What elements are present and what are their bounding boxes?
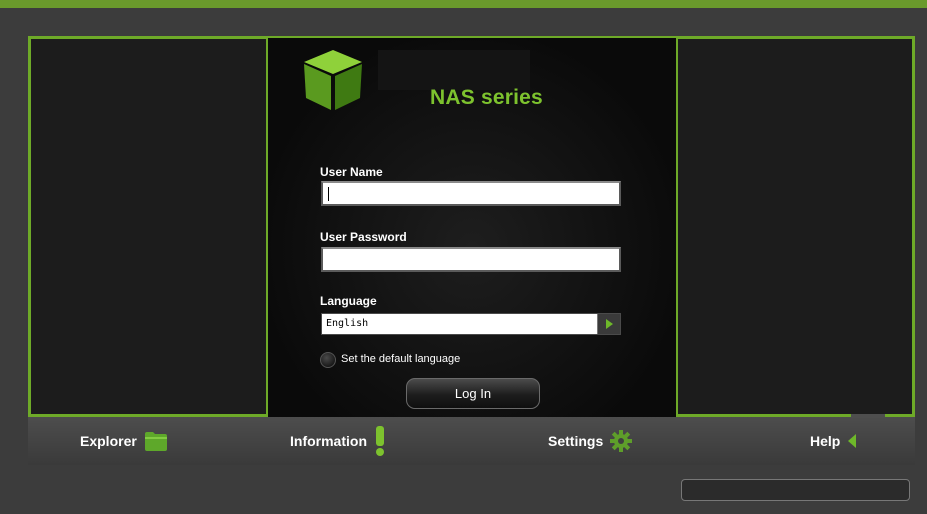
left-panel: [31, 39, 267, 414]
gear-icon: [610, 430, 633, 452]
login-button[interactable]: Log In: [406, 378, 540, 409]
arrow-left-icon: [848, 434, 857, 448]
right-panel: [676, 39, 912, 414]
nav-item-settings[interactable]: Settings: [548, 430, 633, 452]
logo-backdrop: [378, 50, 530, 90]
username-input[interactable]: [321, 181, 621, 206]
green-cube-icon: [304, 50, 362, 110]
login-panel: NAS series User Name User Password Langu…: [266, 36, 678, 420]
text-caret: [328, 187, 329, 201]
nav-item-help[interactable]: Help: [810, 430, 857, 452]
nav-explorer-label: Explorer: [80, 433, 137, 449]
product-title: NAS series: [430, 86, 543, 109]
bottom-nav-bar: Explorer Information Settings Help: [28, 414, 915, 465]
nav-information-label: Information: [290, 433, 367, 449]
password-input[interactable]: [321, 247, 621, 272]
language-label: Language: [320, 294, 377, 308]
language-value: English: [326, 318, 369, 329]
language-select[interactable]: English: [321, 313, 621, 335]
exclamation-icon: [376, 426, 384, 456]
nav-settings-label: Settings: [548, 433, 604, 449]
password-label: User Password: [320, 230, 407, 244]
default-language-radio[interactable]: [320, 352, 336, 368]
top-accent-bar: [0, 0, 927, 8]
nav-help-label: Help: [810, 433, 841, 449]
status-field: [681, 479, 910, 501]
nav-item-information[interactable]: Information: [290, 426, 386, 456]
username-label: User Name: [320, 165, 383, 179]
help-tab-notch: [851, 414, 885, 418]
folder-icon: [144, 432, 167, 451]
default-language-label: Set the default language: [341, 353, 461, 365]
dropdown-arrow-icon[interactable]: [597, 314, 620, 334]
nav-item-explorer[interactable]: Explorer: [80, 430, 168, 452]
